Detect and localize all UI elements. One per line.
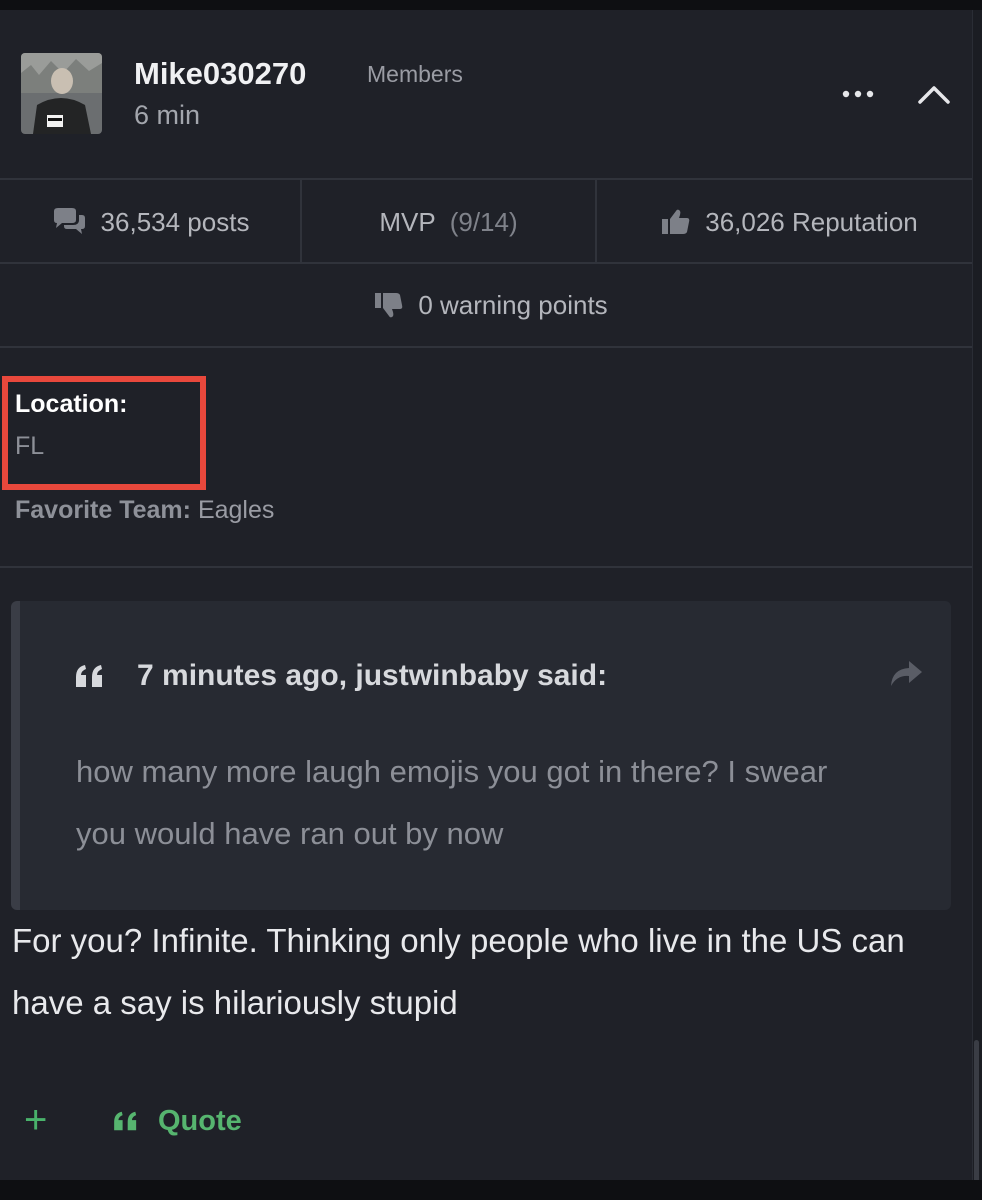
quote-button[interactable]: Quote: [112, 1101, 242, 1141]
reputation-label: 36,026 Reputation: [705, 206, 918, 237]
posts-label: 36,534 posts: [100, 206, 250, 237]
quote-button-label: Quote: [158, 1104, 242, 1137]
top-bar: [0, 0, 982, 10]
quote-citation[interactable]: 7 minutes ago, justwinbaby said:: [137, 659, 607, 693]
side-rail: [972, 10, 982, 1190]
username[interactable]: Mike030270: [134, 56, 306, 92]
warning-label: 0 warning points: [418, 289, 608, 320]
thumbs-up-icon: [662, 209, 690, 234]
quote-icon: [74, 663, 106, 694]
share-icon[interactable]: [888, 659, 924, 694]
stats-row: 36,534 posts MVP (9/14) 36,026 Reputatio…: [0, 180, 982, 264]
favorite-team-label: Favorite Team:: [15, 496, 191, 524]
reputation-stat[interactable]: 36,026 Reputation: [597, 180, 982, 264]
post-body: For you? Infinite. Thinking only people …: [12, 922, 905, 1021]
thumbs-down-icon: [375, 293, 403, 318]
comments-icon: [53, 208, 85, 234]
user-stats: 36,534 posts MVP (9/14) 36,026 Reputatio…: [0, 178, 982, 348]
avatar[interactable]: [21, 53, 102, 134]
mvp-label: MVP: [379, 206, 436, 237]
quote-block: 7 minutes ago, justwinbaby said: how man…: [11, 601, 951, 910]
mvp-stat[interactable]: MVP (9/14): [302, 180, 597, 264]
favorite-team-value: Eagles: [197, 496, 275, 524]
quote-icon: [114, 1111, 137, 1131]
posts-count[interactable]: 36,534 posts: [0, 180, 302, 264]
forum-post-page: Mike030270 Members 6 min 36,534 posts MV…: [0, 0, 982, 1200]
plus-icon[interactable]: +: [24, 1100, 54, 1140]
mvp-count: (9/14): [449, 206, 518, 237]
divider: [0, 566, 972, 568]
highlight-box: [2, 376, 206, 490]
quote-text: how many more laugh emojis you got in th…: [76, 754, 828, 851]
chevron-up-icon[interactable]: [912, 74, 956, 114]
scrollbar[interactable]: [974, 1040, 979, 1190]
more-icon[interactable]: [838, 76, 878, 112]
post-time[interactable]: 6 min: [134, 100, 200, 131]
favorite-team: Favorite Team: Eagles: [15, 496, 274, 525]
user-group: Members: [367, 61, 463, 87]
post-header: Mike030270 Members 6 min: [0, 10, 972, 178]
bottom-bar: [0, 1180, 982, 1200]
warning-points[interactable]: 0 warning points: [0, 264, 982, 348]
